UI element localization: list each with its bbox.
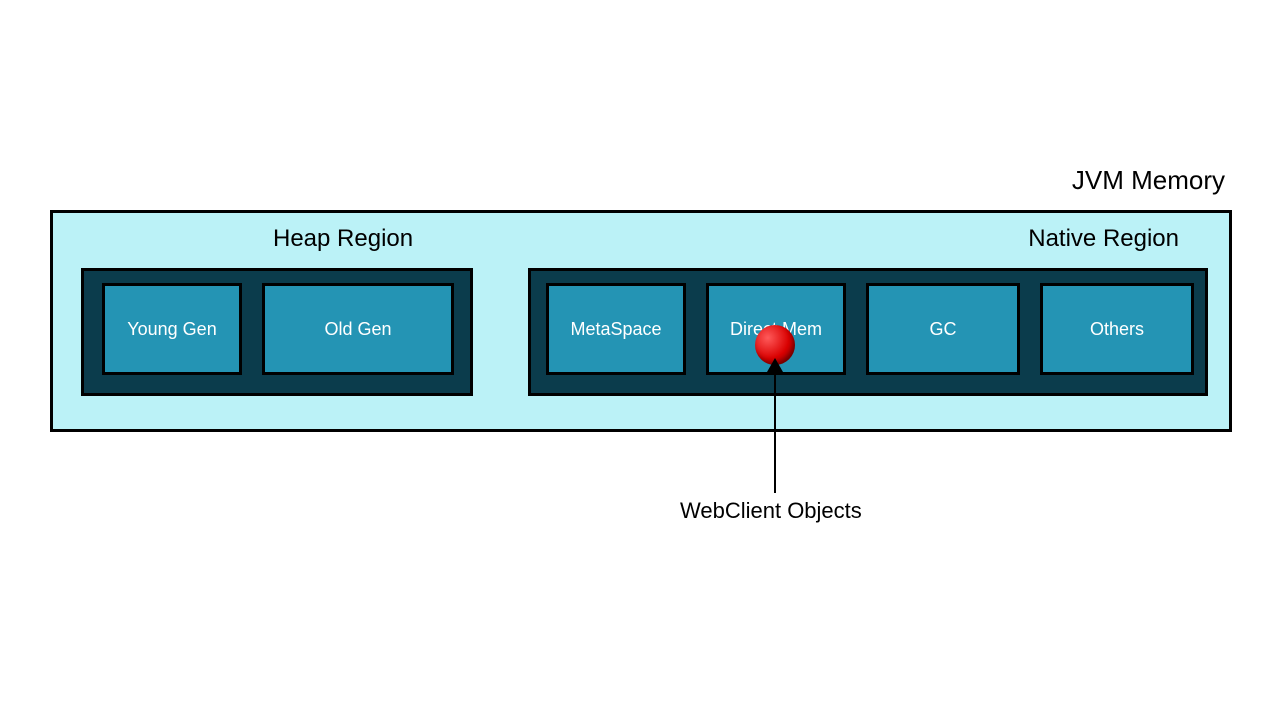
jvm-memory-box: Heap Region Native Region Young Gen Old … (50, 210, 1232, 432)
annotation-label: WebClient Objects (680, 498, 862, 524)
diagram-canvas: JVM Memory Heap Region Native Region You… (0, 0, 1280, 720)
native-region-panel: MetaSpace Direct Mem GC Others (528, 268, 1208, 396)
young-gen-cell: Young Gen (102, 283, 242, 375)
arrow-line (774, 368, 776, 493)
heap-region-title: Heap Region (273, 225, 413, 253)
heap-region-panel: Young Gen Old Gen (81, 268, 473, 396)
native-region-title: Native Region (1028, 225, 1179, 253)
others-cell: Others (1040, 283, 1194, 375)
gc-cell: GC (866, 283, 1020, 375)
diagram-title: JVM Memory (1072, 165, 1225, 196)
metaspace-cell: MetaSpace (546, 283, 686, 375)
old-gen-cell: Old Gen (262, 283, 454, 375)
